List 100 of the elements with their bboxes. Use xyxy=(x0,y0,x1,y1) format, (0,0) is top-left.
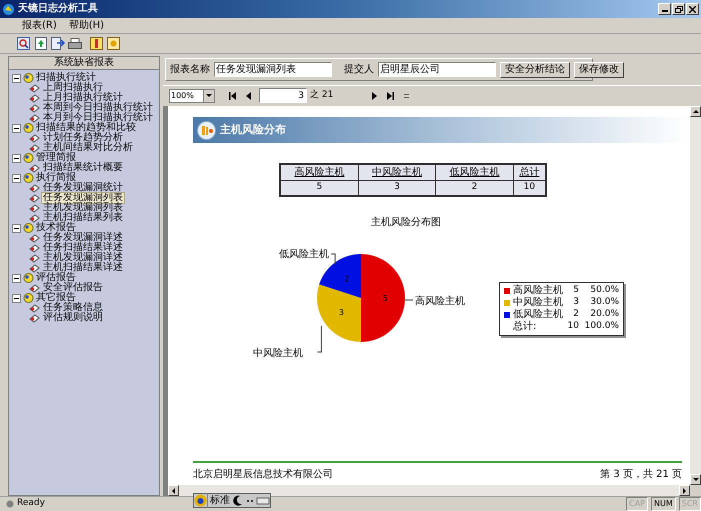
section-title: 主机风险分布 xyxy=(220,122,286,138)
restore-button[interactable] xyxy=(672,3,685,15)
collapse-icon[interactable] xyxy=(12,154,21,162)
zoom-dropdown[interactable]: 100% xyxy=(169,88,215,102)
first-page-button[interactable] xyxy=(227,90,237,102)
tree-item[interactable]: 任务扫描结果详述 xyxy=(42,243,124,253)
chart-title: 主机风险分布图 xyxy=(371,216,441,230)
tree-group[interactable]: 扫描结果的趋势和比较 xyxy=(36,123,136,133)
export-button[interactable] xyxy=(50,36,65,51)
minimize-icon xyxy=(662,10,668,12)
scroll-right-icon xyxy=(683,488,686,494)
window-title: 天镜日志分析工具 xyxy=(18,4,98,14)
column-header: 中风险主机 xyxy=(358,164,436,180)
sidebar-header: 系统缺省报表 xyxy=(9,57,159,70)
moon-icon[interactable] xyxy=(232,494,244,507)
tree-item[interactable]: 主机扫描结果列表 xyxy=(42,213,124,223)
tree-group[interactable]: 扫描执行统计 xyxy=(36,73,96,83)
folder-globe-icon xyxy=(23,173,34,183)
tree-group[interactable]: 其它报告 xyxy=(36,293,76,303)
tree-item[interactable]: 主机发现漏洞列表 xyxy=(42,203,124,213)
tree-item[interactable]: 安全评估报告 xyxy=(42,283,104,293)
menu-item[interactable]: 报表(R) xyxy=(22,20,57,30)
report-page-icon xyxy=(29,164,40,172)
slice-category-label: 低风险主机 xyxy=(279,248,330,260)
legend-count: 3 xyxy=(572,298,579,307)
page-arrow-icon xyxy=(34,37,46,50)
submitter-field[interactable]: 启明星辰公司 xyxy=(378,62,496,77)
leader-line xyxy=(330,253,336,264)
close-icon xyxy=(689,6,696,12)
report-page-icon xyxy=(29,204,40,212)
report-page-icon xyxy=(29,194,40,202)
horizontal-scrollbar[interactable] xyxy=(168,485,690,496)
tree-item[interactable]: 本月到今日扫描执行统计 xyxy=(42,113,154,123)
report-page-icon xyxy=(29,244,40,252)
magnifier-icon xyxy=(17,37,30,50)
form-button[interactable]: 保存修改 xyxy=(574,62,624,78)
report-page-icon xyxy=(29,144,40,152)
report-page-icon xyxy=(29,314,40,322)
print-button[interactable] xyxy=(67,36,82,51)
tree-item[interactable]: 本周到今日扫描执行统计 xyxy=(42,103,154,113)
report-page-icon xyxy=(29,94,40,102)
legend-percent: 100.0% xyxy=(584,322,619,331)
leader-line xyxy=(316,324,322,352)
vertical-scrollbar[interactable] xyxy=(690,106,701,485)
tree-item[interactable]: 扫描结果统计概要 xyxy=(42,163,124,173)
report-page-icon xyxy=(29,104,40,112)
tree-group[interactable]: 技术报告 xyxy=(36,223,76,233)
collapse-icon[interactable] xyxy=(12,274,21,282)
folder-globe-icon xyxy=(23,223,34,233)
tree-item[interactable]: 评估规则说明 xyxy=(42,313,104,323)
app-icon xyxy=(2,2,15,16)
minimize-button[interactable] xyxy=(658,3,671,15)
tree-item[interactable]: 主机扫描结果详述 xyxy=(42,263,124,273)
folder-globe-icon xyxy=(23,73,34,83)
report-page-icon xyxy=(29,114,40,122)
close-button[interactable] xyxy=(686,3,699,15)
collapse-icon[interactable] xyxy=(12,224,21,232)
tree-item[interactable]: 任务发现漏洞统计 xyxy=(42,183,124,193)
upload-button[interactable] xyxy=(33,36,48,51)
preview-button[interactable] xyxy=(16,36,31,51)
menu-item[interactable]: 帮助(H) xyxy=(68,20,104,30)
slice-category-label: 中风险主机 xyxy=(253,348,303,358)
keyboard-indicator: NUM xyxy=(651,497,676,511)
tree-group[interactable]: 执行简报 xyxy=(36,173,76,183)
tree-group[interactable]: 管理简报 xyxy=(36,153,76,163)
tree-item[interactable]: 主机发现漏洞详述 xyxy=(42,253,124,263)
chart-badge-icon xyxy=(197,120,216,140)
form-button[interactable]: 安全分析结论 xyxy=(500,62,570,78)
report-page-icon xyxy=(29,84,40,92)
tree-item[interactable]: 上月扫描执行统计 xyxy=(42,93,124,103)
collapse-icon[interactable] xyxy=(12,294,21,302)
tree-item[interactable]: 任务策略信息 xyxy=(42,303,104,313)
folder-globe-icon xyxy=(23,123,34,133)
report-page-icon xyxy=(29,214,40,222)
collapse-icon[interactable] xyxy=(12,124,21,132)
folder-globe-icon xyxy=(23,153,34,163)
collapse-icon[interactable] xyxy=(12,174,21,182)
ime-mode-button[interactable]: 标准 xyxy=(207,493,232,508)
dropdown-arrow-icon xyxy=(206,94,212,97)
legend-total-label: 总计: xyxy=(513,322,538,332)
restore-icon xyxy=(674,6,682,12)
slice-value-label: 2 xyxy=(344,274,350,283)
printer-icon xyxy=(68,38,82,50)
scroll-left-icon xyxy=(172,488,175,494)
tree-item[interactable]: 任务发现漏洞详述 xyxy=(42,233,124,243)
tree-group[interactable]: 评估报告 xyxy=(36,273,76,283)
report-name-label: 报表名称 xyxy=(170,62,210,77)
report-name-field[interactable]: 任务发现漏洞列表 xyxy=(214,62,332,77)
legend-count: 2 xyxy=(572,310,579,319)
last-page-button[interactable] xyxy=(385,90,396,102)
legend-count: 10 xyxy=(566,322,579,331)
previous-page-icon xyxy=(246,92,250,100)
collapse-icon[interactable] xyxy=(12,74,21,82)
tree-item[interactable]: 计划任务趋势分析 xyxy=(42,133,124,143)
next-page-button[interactable] xyxy=(369,90,380,102)
report-page-icon xyxy=(29,184,40,192)
page-number-field[interactable]: 3 xyxy=(259,88,307,103)
tree-item[interactable]: 上周扫描执行 xyxy=(42,83,104,93)
column-header: 低风险主机 xyxy=(436,164,514,180)
tree-item[interactable]: 主机间结果对比分析 xyxy=(42,143,134,153)
